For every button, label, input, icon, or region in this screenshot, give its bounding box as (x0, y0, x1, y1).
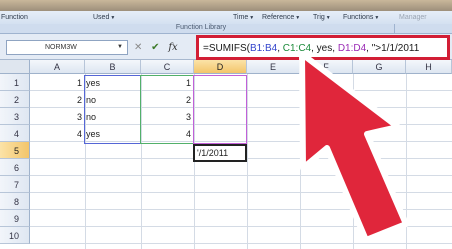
red-arrow-pointer (299, 51, 409, 243)
